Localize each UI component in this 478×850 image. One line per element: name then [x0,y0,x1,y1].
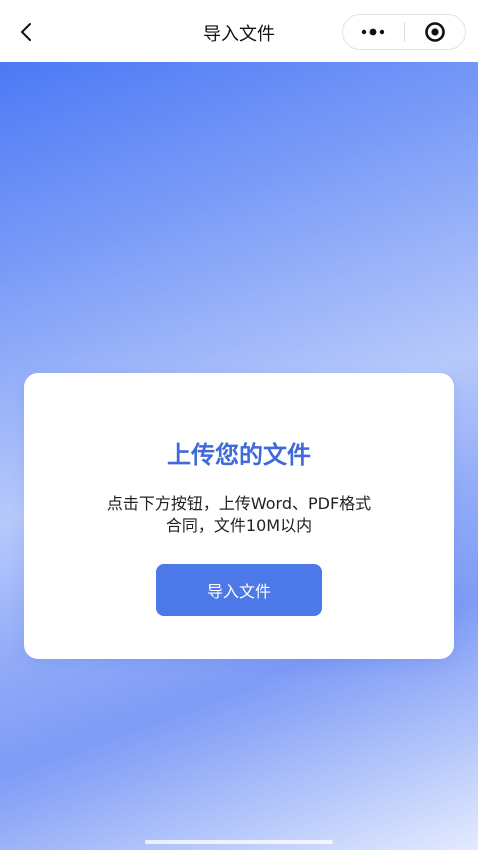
gradient-background: 上传您的文件 点击下方按钮，上传Word、PDF格式 合同，文件10M以内 导入… [0,62,478,850]
card-description-line-1: 点击下方按钮，上传Word、PDF格式 [106,494,372,513]
app-screen: 导入文件 上传您的文件 点击下方按钮，上传Word、PDF格式 合同，文件10M… [0,0,478,850]
chevron-left-icon [21,23,31,41]
navigation-bar: 导入文件 [0,0,478,62]
import-file-button[interactable]: 导入文件 [156,564,322,616]
back-button[interactable] [10,16,42,48]
capsule-menu [342,14,466,50]
target-circle-icon [424,22,445,42]
upload-card: 上传您的文件 点击下方按钮，上传Word、PDF格式 合同，文件10M以内 导入… [24,373,454,659]
card-title: 上传您的文件 [167,441,311,469]
more-button[interactable] [343,15,404,49]
more-dots-icon [362,28,385,36]
card-description-line-2: 合同，文件10M以内 [165,516,313,535]
home-indicator [145,840,333,844]
card-description: 点击下方按钮，上传Word、PDF格式 合同，文件10M以内 [54,493,424,537]
close-button[interactable] [405,15,466,49]
